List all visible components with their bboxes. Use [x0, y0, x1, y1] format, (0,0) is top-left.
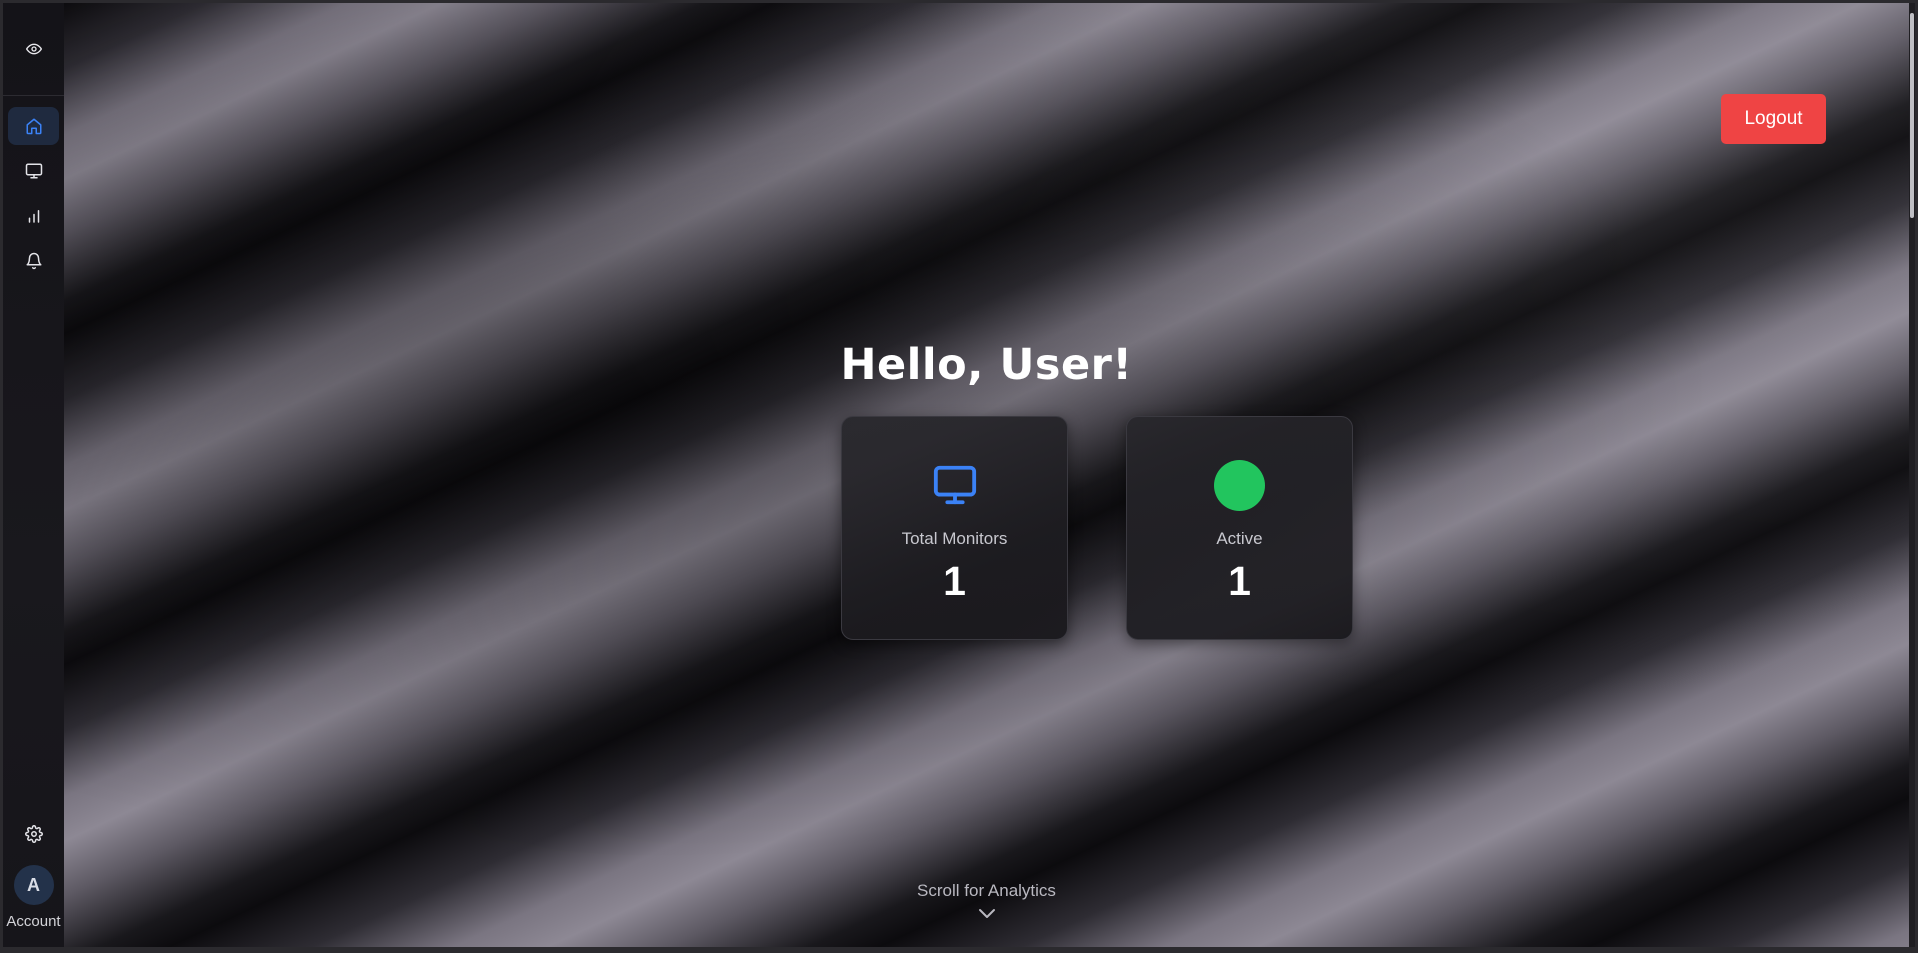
stat-card-active: Active 1: [1126, 416, 1353, 640]
stat-label: Total Monitors: [901, 529, 1008, 548]
page-title: Hello, User!: [840, 340, 1133, 390]
bell-icon: [25, 252, 43, 270]
stat-card-total-monitors: Total Monitors 1: [841, 416, 1068, 640]
scroll-hint[interactable]: Scroll for Analytics: [64, 881, 1909, 925]
account-label: Account: [6, 913, 61, 930]
monitor-icon: [930, 459, 980, 511]
vertical-scrollbar[interactable]: [1909, 3, 1915, 947]
avatar[interactable]: A: [13, 865, 54, 905]
stat-value: 1: [1228, 558, 1251, 604]
eye-icon: [25, 41, 42, 57]
gear-icon: [24, 825, 43, 843]
account-menu[interactable]: A Account: [3, 865, 64, 930]
sidebar-item-analytics[interactable]: [8, 197, 59, 235]
sidebar-item-alerts[interactable]: [8, 242, 59, 280]
sidebar-item-monitors[interactable]: [8, 152, 59, 190]
main-content: Logout Hello, User! Total Monitors 1 Act…: [64, 3, 1909, 947]
app-window: A Account Logout Hello, User! Total Moni…: [0, 0, 1918, 953]
monitor-icon: [25, 162, 43, 180]
scroll-hint-text: Scroll for Analytics: [917, 881, 1056, 900]
chevron-down-icon: [977, 907, 997, 925]
bar-chart-icon: [25, 207, 43, 225]
scrollbar-thumb[interactable]: [1910, 13, 1914, 218]
sidebar-item-home[interactable]: [8, 107, 59, 145]
home-icon: [25, 117, 43, 135]
sidebar-logo[interactable]: [3, 3, 64, 96]
sidebar: A Account: [3, 3, 65, 947]
stat-label: Active: [1216, 529, 1263, 548]
logout-button[interactable]: Logout: [1721, 94, 1826, 144]
status-dot-icon: [1214, 459, 1265, 511]
stat-value: 1: [943, 558, 966, 604]
settings-button[interactable]: [8, 815, 59, 853]
